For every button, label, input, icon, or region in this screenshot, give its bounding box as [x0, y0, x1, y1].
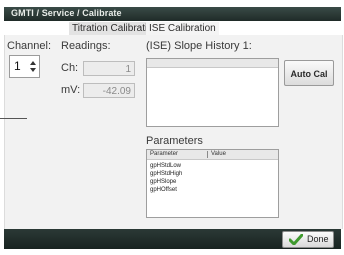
mv-value-field: -42.09	[83, 83, 135, 98]
done-label: Done	[307, 234, 329, 244]
calibrate-screen: GMTI / Service / Calibrate Titration Cal…	[0, 0, 344, 255]
readings-label: Readings:	[61, 40, 111, 52]
table-row[interactable]: gpHStdLow	[150, 162, 181, 170]
table-row[interactable]: gpHSlope	[150, 178, 176, 186]
tab-ise-calibration[interactable]: ISE Calibration	[146, 22, 219, 35]
title-bar: GMTI / Service / Calibrate	[4, 7, 341, 21]
slope-history-header	[147, 59, 278, 68]
parameters-header: Parameter Value	[147, 150, 278, 160]
checkmark-icon	[289, 234, 303, 245]
slope-history-title: (ISE) Slope History 1:	[146, 40, 252, 52]
spin-up-icon[interactable]	[30, 61, 36, 65]
spin-arrows-icon[interactable]	[29, 58, 37, 75]
left-edge-line	[0, 118, 27, 119]
channel-label: Channel:	[7, 40, 52, 52]
auto-cal-button[interactable]: Auto Cal	[284, 60, 334, 86]
slope-history-list[interactable]	[146, 58, 279, 127]
done-button[interactable]: Done	[282, 231, 334, 248]
column-header-parameter[interactable]: Parameter	[150, 150, 178, 159]
parameters-title: Parameters	[146, 135, 203, 147]
window-title: GMTI / Service / Calibrate	[11, 8, 122, 18]
ch-value-field: 1	[83, 61, 135, 76]
channel-stepper[interactable]: 1	[9, 55, 40, 78]
table-row[interactable]: gpHStdHigh	[150, 170, 182, 178]
column-divider	[207, 151, 208, 158]
ch-label: Ch:	[61, 62, 79, 74]
parameters-table[interactable]: Parameter Value gpHStdLow gpHStdHigh gpH…	[146, 149, 279, 218]
table-row[interactable]: gpHOffset	[150, 186, 177, 194]
column-header-value[interactable]: Value	[211, 150, 226, 159]
mv-label: mV:	[61, 84, 81, 96]
channel-value: 1	[14, 59, 21, 73]
spin-down-icon[interactable]	[30, 68, 36, 72]
